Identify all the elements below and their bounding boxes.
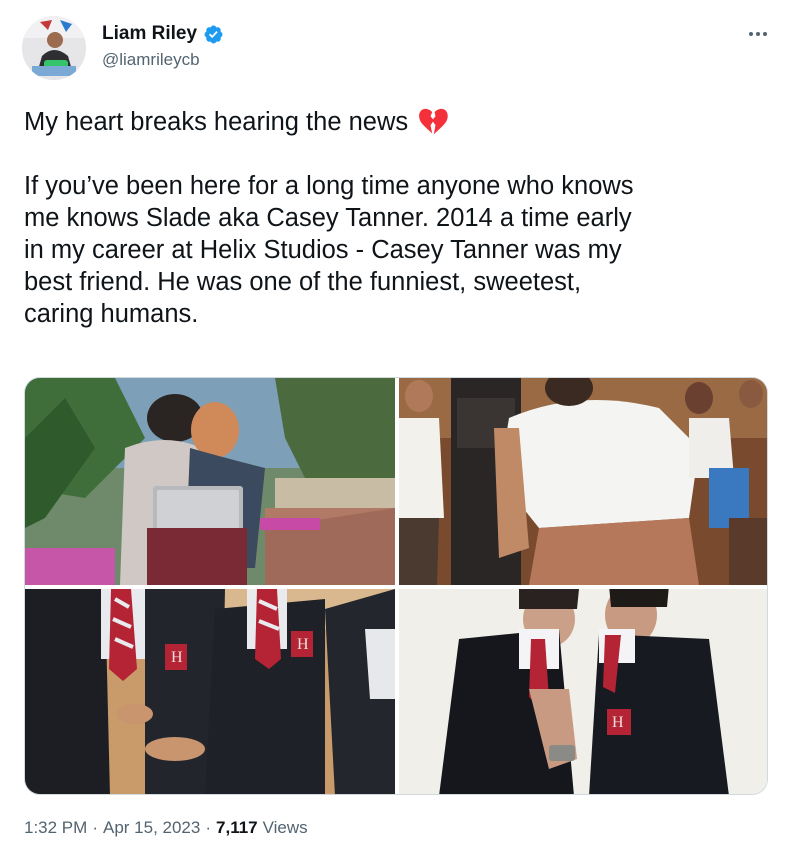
display-name[interactable]: Liam Riley (102, 23, 197, 45)
tweet-text-line: me knows Slade aka Casey Tanner. 2014 a … (24, 204, 632, 232)
photo-hug-laptop[interactable] (25, 378, 395, 585)
views-count[interactable]: 7,117 (216, 818, 258, 838)
tweet-time-link[interactable]: 1:32 PM (24, 818, 87, 838)
verified-badge-icon[interactable] (203, 24, 224, 45)
avatar[interactable] (22, 16, 86, 80)
tweet-text-line: caring humans. (24, 300, 199, 328)
photo-blazers-group[interactable]: H H (25, 589, 395, 794)
tweet-meta: 1:32 PM · Apr 15, 2023 · 7,117 Views (24, 818, 308, 838)
svg-text:H: H (171, 649, 183, 666)
photo-blazers-kiss[interactable]: H (399, 589, 767, 794)
tweet-text-line: in my career at Helix Studios - Casey Ta… (24, 236, 622, 264)
more-options-icon[interactable] (744, 24, 772, 44)
tweet-date-link[interactable]: Apr 15, 2023 (103, 818, 200, 838)
broken-heart-icon (418, 108, 448, 136)
separator: · (205, 818, 212, 837)
tweet-text-line: best friend. He was one of the funniest,… (24, 268, 582, 296)
tweet-text: My heart breaks hearing the news If you’… (24, 106, 784, 330)
tweet-text-line: If you’ve been here for a long time anyo… (24, 172, 634, 200)
photo-white-tshirt[interactable] (399, 378, 767, 585)
separator: · (92, 818, 98, 837)
svg-text:H: H (612, 714, 624, 731)
tweet-header: Liam Riley @liamrileycb (22, 16, 778, 86)
media-grid: H H H (24, 377, 768, 795)
views-label: Views (262, 818, 308, 837)
svg-text:H: H (297, 636, 309, 653)
handle[interactable]: @liamrileycb (102, 50, 224, 70)
tweet-text-line: My heart breaks hearing the news (24, 108, 409, 136)
